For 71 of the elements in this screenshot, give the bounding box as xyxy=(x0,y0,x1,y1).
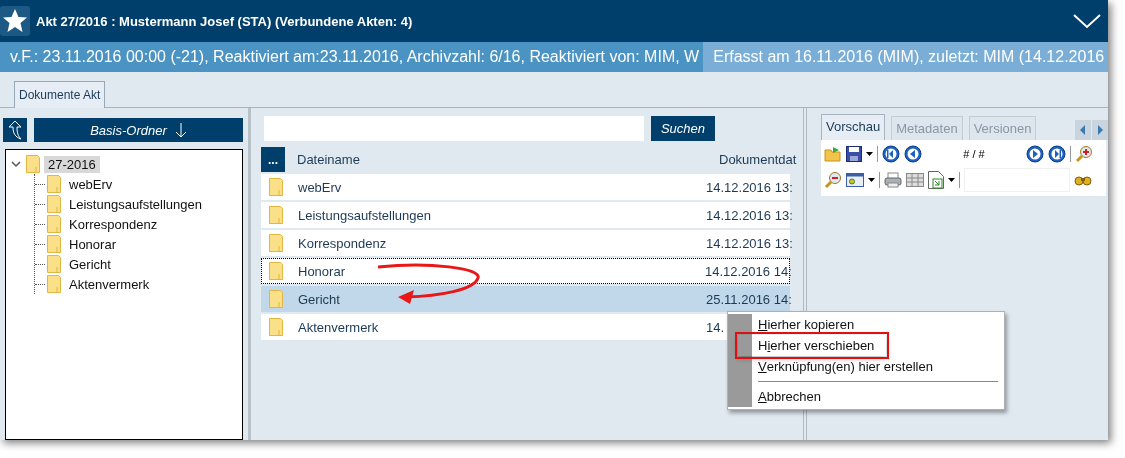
folder-icon xyxy=(47,235,61,253)
folder-icon xyxy=(269,262,283,280)
menu-item[interactable]: Abbrechen xyxy=(758,386,998,407)
created-text: Erfasst am 16.11.2016 (MIM), zuletzt: MIM (14.12.2016 xyxy=(703,42,1108,72)
chevron-down-icon[interactable] xyxy=(10,159,22,169)
file-name: Korrespondenz xyxy=(298,235,388,251)
file-name: Aktenvermerk xyxy=(298,319,380,335)
folder-icon xyxy=(47,195,61,213)
zoom-out-icon[interactable] xyxy=(824,171,842,189)
folder-icon xyxy=(26,155,40,173)
file-row[interactable]: Leistungsaufstellungen 14.12.2016 13: xyxy=(261,202,790,228)
dropdown-caret-icon[interactable] xyxy=(948,178,955,182)
page-counter: # / # xyxy=(962,147,986,162)
dropdown-caret-icon[interactable] xyxy=(866,152,873,156)
dropdown-caret-icon[interactable] xyxy=(868,178,875,182)
folder-icon xyxy=(47,215,61,233)
base-folder-button[interactable]: Basis-Ordner xyxy=(34,118,243,142)
file-name: Gericht xyxy=(298,291,341,307)
folder-icon xyxy=(47,175,61,193)
folder-icon xyxy=(269,234,283,252)
folder-icon xyxy=(47,255,61,273)
scroll-left-icon[interactable] xyxy=(1075,120,1091,140)
more-button[interactable]: ... xyxy=(261,147,285,172)
folder-icon xyxy=(269,290,283,308)
file-row[interactable]: Gericht 25.11.2016 14: xyxy=(261,286,790,312)
tree-item[interactable]: Gericht xyxy=(65,255,115,273)
zoom-in-icon[interactable] xyxy=(1075,145,1093,163)
tree-item[interactable]: Honorar xyxy=(65,235,120,253)
window-icon[interactable] xyxy=(846,173,864,187)
folder-icon xyxy=(269,178,283,196)
file-row[interactable]: Honorar 14.12.2016 14: xyxy=(261,258,790,284)
previous-page-icon[interactable] xyxy=(904,145,922,163)
file-name: webErv xyxy=(298,179,343,195)
folder-icon xyxy=(47,275,61,293)
folder-icon xyxy=(269,318,283,336)
date-cell: 14. xyxy=(706,319,725,335)
file-name: Honorar xyxy=(298,263,346,279)
window-title: Akt 27/2016 : Mustermann Josef (STA) (Verbundene Akten: 4) xyxy=(36,13,414,29)
column-header[interactable]: Dokumentdat xyxy=(719,152,803,167)
tab[interactable]: Vorschau xyxy=(821,114,886,140)
printer-icon[interactable] xyxy=(884,172,902,188)
table-icon[interactable] xyxy=(906,173,924,187)
file-row[interactable]: webErv 14.12.2016 13: xyxy=(261,174,790,200)
date-cell: 14.12.2016 13: xyxy=(706,207,793,223)
save-icon[interactable] xyxy=(846,146,862,162)
tree-item[interactable]: Aktenvermerk xyxy=(65,275,154,293)
file-row[interactable]: Korrespondenz 14.12.2016 13: xyxy=(261,230,790,256)
file-name: Leistungsaufstellungen xyxy=(298,207,432,223)
search-field[interactable] xyxy=(264,116,644,141)
down-arrow-icon xyxy=(174,122,187,138)
tree-item[interactable]: 27-2016 xyxy=(44,155,100,173)
page-export-icon[interactable] xyxy=(928,171,944,189)
date-cell: 25.11.2016 14: xyxy=(706,291,792,307)
binoculars-icon[interactable] xyxy=(1074,174,1092,186)
folder-icon xyxy=(269,206,283,224)
tab[interactable]: Dokumente Akt xyxy=(14,81,106,108)
tree-item[interactable]: webErv xyxy=(65,175,117,193)
tree-item[interactable]: Korrespondenz xyxy=(65,215,162,233)
last-page-icon[interactable] xyxy=(1048,145,1066,163)
scroll-right-icon[interactable] xyxy=(1092,120,1108,140)
tree-item[interactable]: Leistungsaufstellungen xyxy=(65,195,206,213)
column-header[interactable]: Dateiname xyxy=(297,152,719,167)
first-page-icon[interactable] xyxy=(882,145,900,163)
date-cell: 14.12.2016 13: xyxy=(706,179,793,195)
menu-item[interactable]: Verknüpfung(en) hier erstellen xyxy=(758,356,998,377)
date-cell: 14.12.2016 13: xyxy=(706,235,793,251)
details-text: v.F.: 23.11.2016 00:00 (-21), Reaktiviert am:23.11.2016, Archivzahl: 6/16, Reaktiviert von: MIM, W xyxy=(0,42,704,72)
date-cell: 14.12.2016 14: xyxy=(705,263,792,279)
search-button[interactable]: Suchen xyxy=(651,116,715,141)
next-page-icon[interactable] xyxy=(1026,145,1044,163)
chevron-down-icon[interactable] xyxy=(1072,12,1102,30)
